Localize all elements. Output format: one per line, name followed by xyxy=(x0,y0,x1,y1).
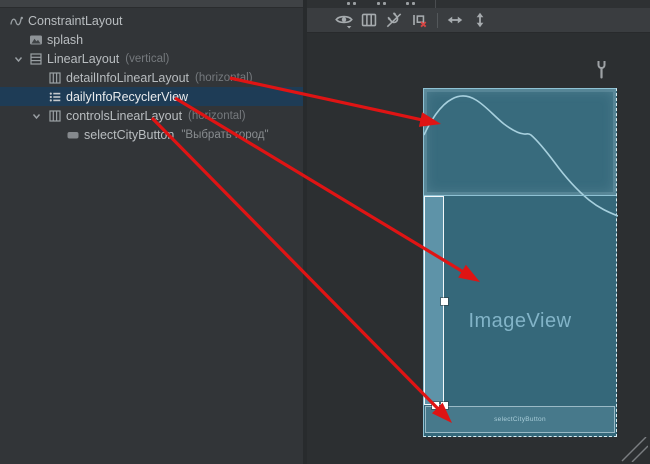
view-options-icon[interactable] xyxy=(334,10,354,30)
tree-item-label: splash xyxy=(47,33,83,47)
design-toolbar xyxy=(307,8,650,33)
tree-item-selectcitybutton[interactable]: selectCityButton "Выбрать город" xyxy=(0,125,303,144)
button-icon xyxy=(66,128,80,142)
clipped-icon-dot xyxy=(412,2,415,5)
tree-item-controlslinearlayout[interactable]: controlsLinearLayout (horizontal) xyxy=(0,106,303,125)
component-tree: ConstraintLayout splash LinearLayout (ve… xyxy=(0,11,303,144)
select-city-button-preview[interactable]: selectCityButton xyxy=(494,416,546,423)
design-surface-panel: ImageView selectCityButton xyxy=(307,0,650,464)
detail-info-section[interactable] xyxy=(424,89,616,195)
android-studio-layout-editor: ConstraintLayout splash LinearLayout (ve… xyxy=(0,0,650,464)
panel-top-strip xyxy=(0,0,303,8)
tree-item-detailinfolinearlayout[interactable]: detailInfoLinearLayout (horizontal) xyxy=(0,68,303,87)
tree-item-label: selectCityButton xyxy=(84,128,174,142)
infer-vertical-icon[interactable] xyxy=(470,10,490,30)
linear-layout-horizontal-icon xyxy=(48,109,62,123)
linear-layout-horizontal-icon xyxy=(48,71,62,85)
selection-handle[interactable] xyxy=(441,402,448,409)
clipped-icon-dot xyxy=(353,2,356,5)
clipped-icon-dot xyxy=(406,2,409,5)
tree-item-label: ConstraintLayout xyxy=(28,14,123,28)
recycler-view-icon xyxy=(48,90,62,104)
tree-item-dailyinforecyclerview[interactable]: dailyInfoRecyclerView xyxy=(0,87,303,106)
tree-item-text-value: "Выбрать город" xyxy=(181,129,268,141)
wrench-icon[interactable] xyxy=(595,60,608,80)
tree-item-label: detailInfoLinearLayout xyxy=(66,71,189,85)
autoconnect-off-icon[interactable] xyxy=(384,10,404,30)
tree-item-constraintlayout[interactable]: ConstraintLayout xyxy=(0,11,303,30)
clipped-icon-dot xyxy=(347,2,350,5)
orientation-hint: (horizontal) xyxy=(188,110,246,122)
preview-resize-grip[interactable] xyxy=(621,437,648,462)
orientation-hint: (horizontal) xyxy=(195,72,253,84)
tree-item-label: dailyInfoRecyclerView xyxy=(66,90,188,104)
selection-handle[interactable] xyxy=(432,402,439,409)
orientation-hint: (vertical) xyxy=(125,53,169,65)
chevron-down-icon[interactable] xyxy=(13,54,24,65)
layout-preview[interactable]: ImageView selectCityButton xyxy=(423,88,617,437)
image-icon xyxy=(29,33,43,47)
clipped-toolbar-strip xyxy=(307,0,650,8)
tree-item-linearlayout[interactable]: LinearLayout (vertical) xyxy=(0,49,303,68)
infer-horizontal-icon[interactable] xyxy=(445,10,465,30)
selection-handle[interactable] xyxy=(441,298,448,305)
design-canvas[interactable]: ImageView selectCityButton xyxy=(307,33,650,464)
tree-item-splash[interactable]: splash xyxy=(0,30,303,49)
section-divider-line xyxy=(424,195,616,196)
tree-item-label: controlsLinearLayout xyxy=(66,109,182,123)
component-tree-panel: ConstraintLayout splash LinearLayout (ve… xyxy=(0,0,303,464)
clipped-icon-dot xyxy=(377,2,380,5)
constraint-layout-icon xyxy=(10,14,24,28)
imageview-placeholder-label[interactable]: ImageView xyxy=(424,310,616,333)
view-mode-icon[interactable] xyxy=(359,10,379,30)
divider xyxy=(435,0,436,8)
chevron-down-icon[interactable] xyxy=(31,111,42,122)
clear-constraints-icon[interactable] xyxy=(409,10,429,30)
clipped-icon-dot xyxy=(383,2,386,5)
tree-item-label: LinearLayout xyxy=(47,52,119,66)
linear-layout-vertical-icon xyxy=(29,52,43,66)
toolbar-separator xyxy=(437,13,438,28)
controls-bar[interactable]: selectCityButton xyxy=(425,406,615,433)
